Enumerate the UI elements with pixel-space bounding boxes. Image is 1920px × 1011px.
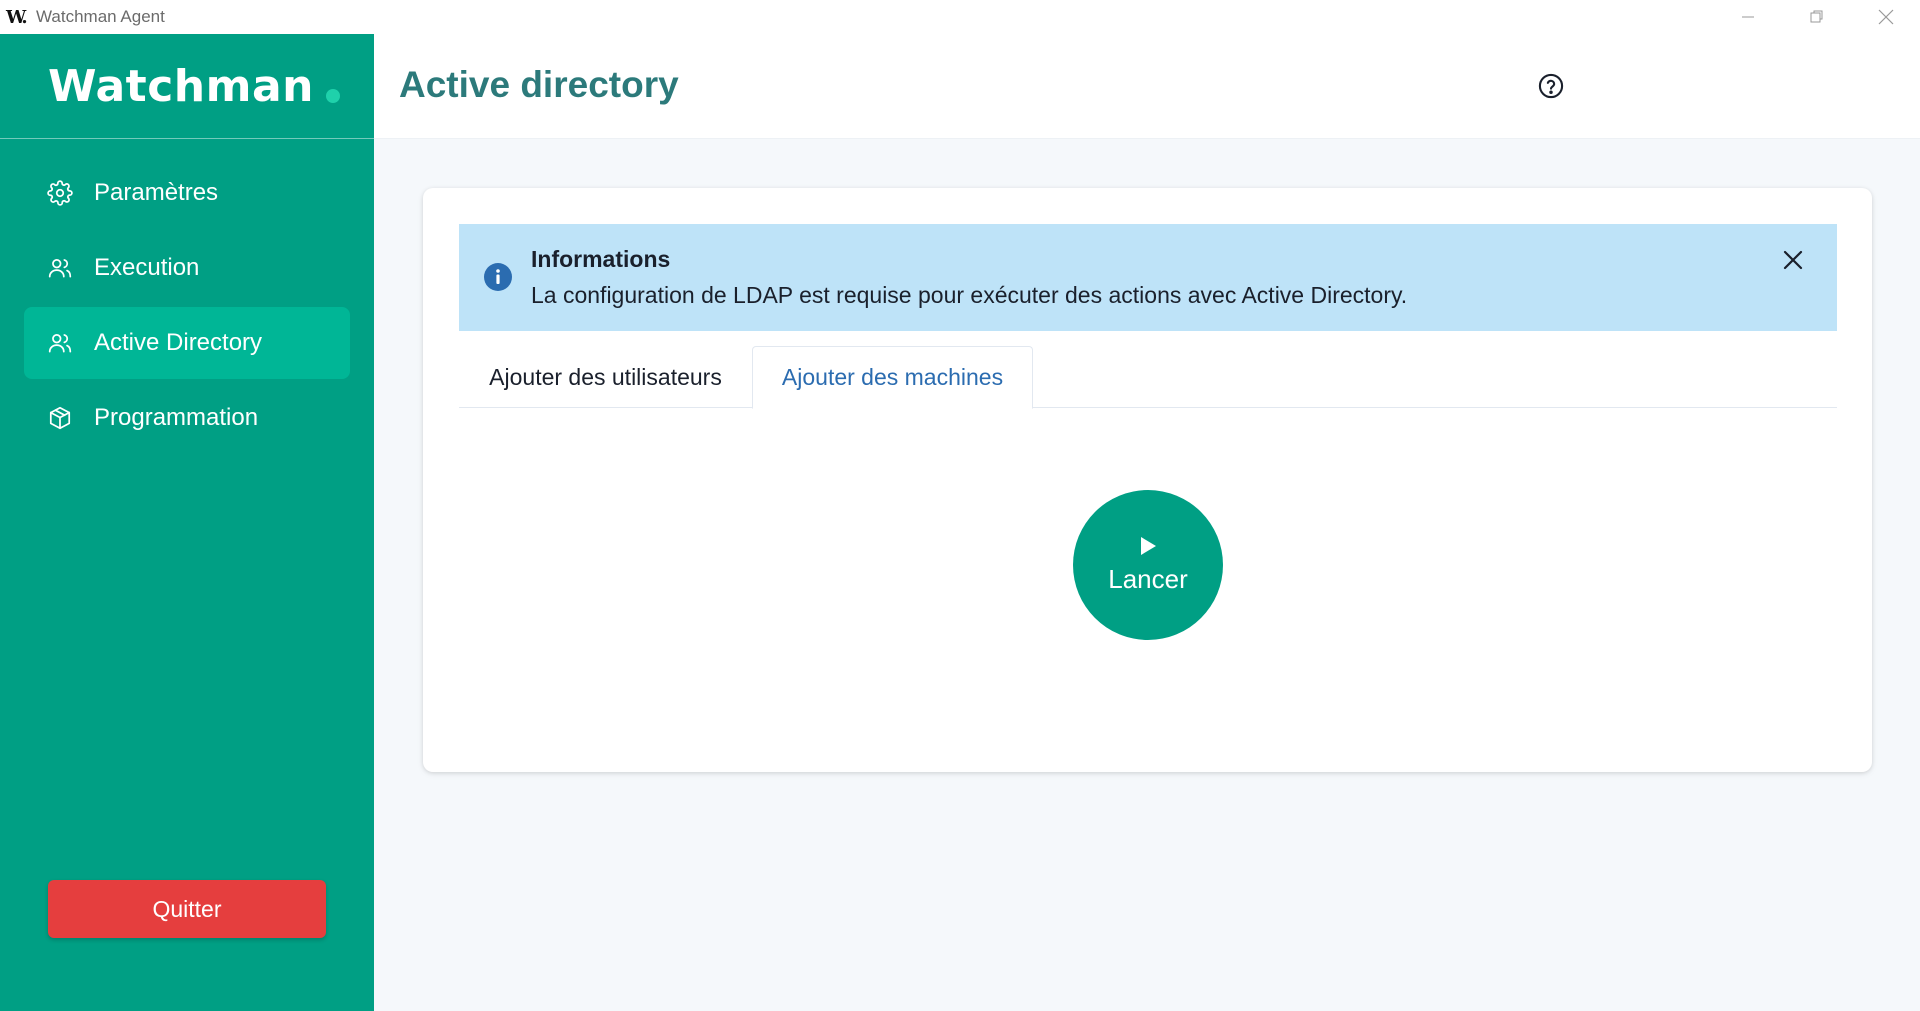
users-icon [46,329,74,357]
main-header: Active directory [374,34,1920,139]
minimize-button[interactable] [1713,0,1782,34]
gear-icon [46,179,74,207]
window-controls [1713,0,1920,34]
play-icon [1141,536,1156,555]
sidebar-header: Watchman [0,34,374,139]
alert-description: La configuration de LDAP est requise pou… [531,282,1408,308]
main-card: Informations La configuration de LDAP es… [423,188,1872,772]
info-icon [483,262,513,292]
package-icon [46,404,74,432]
launch-button[interactable]: Lancer [1073,490,1223,640]
sidebar-item-parametres[interactable]: Paramètres [24,157,350,229]
sidebar-item-label: Paramètres [94,179,219,206]
sidebar-item-label: Programmation [94,404,259,431]
sidebar-item-execution[interactable]: Execution [24,232,350,304]
sidebar: Watchman Paramètres Execution Active Dir… [0,34,374,1011]
window-title: Watchman Agent [36,7,165,26]
sidebar-item-label: Execution [94,254,200,281]
alert-title: Informations [531,246,671,272]
quit-button[interactable]: Quitter [48,880,326,938]
brand-dot [325,89,340,103]
app-logo-icon: W. [6,6,28,28]
restore-icon [1810,10,1822,23]
sidebar-item-label: Active Directory [94,329,263,356]
users-icon [46,254,74,282]
tab-ajouter-machines[interactable]: Ajouter des machines [752,346,1033,409]
brand-logo: Watchman [48,60,314,112]
info-alert: Informations La configuration de LDAP es… [459,224,1837,331]
restore-button[interactable] [1782,0,1851,34]
sidebar-nav: Paramètres Execution Active Directory Pr… [0,139,374,454]
sidebar-item-active-directory[interactable]: Active Directory [24,307,350,379]
launch-label: Lancer [1108,563,1188,594]
close-icon [1878,9,1893,25]
alert-close-icon[interactable] [1779,246,1807,274]
help-circle-icon[interactable] [1537,72,1565,100]
sidebar-item-programmation[interactable]: Programmation [24,382,350,454]
close-window-button[interactable] [1851,0,1920,34]
tab-list: Ajouter des utilisateurs Ajouter des mac… [459,346,1837,409]
tab-ajouter-utilisateurs[interactable]: Ajouter des utilisateurs [459,346,752,408]
page-title: Active directory [399,64,679,105]
minimize-icon [1741,16,1754,18]
window-titlebar: W. Watchman Agent [0,0,1920,34]
